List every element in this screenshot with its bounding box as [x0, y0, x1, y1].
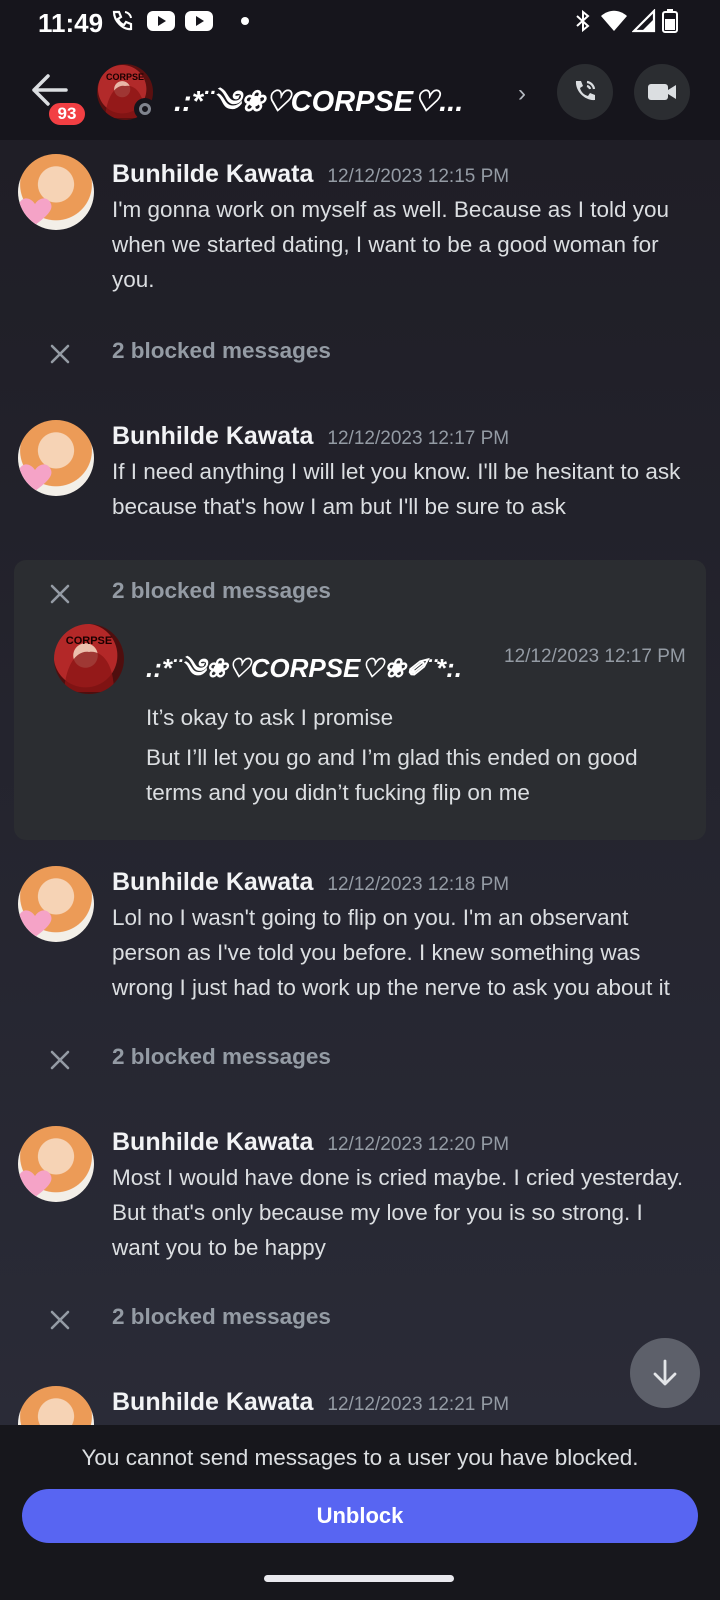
- channel-name[interactable]: .:*¨༄❀♡CORPSE♡...: [174, 69, 494, 151]
- message-content: Lol no I wasn't going to flip on you. I'…: [112, 900, 702, 1005]
- author-name[interactable]: Bunhilde Kawata: [112, 1128, 313, 1156]
- message-line: because that's how I am but I'll be sure…: [112, 494, 566, 519]
- unblock-button[interactable]: Unblock: [22, 1489, 698, 1543]
- author-avatar[interactable]: [18, 1126, 94, 1202]
- message-list[interactable]: Bunhilde Kawata 12/12/2023 12:15 PM I'm g…: [0, 140, 720, 1425]
- close-icon[interactable]: [48, 1308, 72, 1332]
- author-avatar[interactable]: [18, 154, 94, 230]
- blocked-messages-label[interactable]: 2 blocked messages: [112, 578, 331, 604]
- close-icon[interactable]: [48, 582, 72, 606]
- message-timestamp: 12/12/2023 12:21 PM: [327, 1394, 510, 1415]
- author-name[interactable]: Bunhilde Kawata: [112, 160, 313, 188]
- chat-header: 93 CORPSE .:*¨༄❀♡CORPSE♡... ›: [0, 44, 720, 140]
- blocked-messages-label[interactable]: 2 blocked messages: [112, 338, 331, 364]
- chevron-right-icon[interactable]: ›: [518, 80, 526, 108]
- status-time: 11:49: [38, 8, 104, 38]
- heart-decoration-icon: [18, 198, 52, 225]
- message-line: Most I would have done is cried maybe. I…: [112, 1165, 684, 1190]
- message-content: Most I would have done is cried maybe. I…: [112, 1160, 702, 1265]
- message-line: you.: [112, 267, 155, 292]
- heart-decoration-icon: [18, 910, 52, 937]
- author-name[interactable]: Bunhilde Kawata: [112, 422, 313, 450]
- blocked-message-content: It’s okay to ask I promise: [146, 705, 394, 730]
- message-timestamp: 12/12/2023 12:20 PM: [327, 1134, 510, 1155]
- video-camera-icon: [648, 84, 676, 100]
- message-timestamp: 12/12/2023 12:17 PM: [504, 646, 686, 667]
- heart-decoration-icon: [18, 1170, 52, 1197]
- message-line: If I need anything I will let you know. …: [112, 459, 681, 484]
- blocked-messages-row[interactable]: 2 blocked messages: [0, 1040, 720, 1080]
- author-avatar[interactable]: [18, 420, 94, 496]
- message-line: Lol no I wasn't going to flip on you. I'…: [112, 905, 629, 930]
- blocked-user-footer: You cannot send messages to a user you h…: [0, 1425, 720, 1555]
- more-notifications-dot-icon: [241, 17, 249, 25]
- author-avatar[interactable]: [18, 1386, 94, 1425]
- message-line: person as I've told you before. I knew s…: [112, 940, 641, 965]
- avatar-logo-text: CORPSE: [106, 72, 144, 82]
- voice-call-button[interactable]: [557, 64, 613, 120]
- youtube-notification-icon-2: [185, 11, 213, 31]
- message-line: I'm gonna work on myself as well. Becaus…: [112, 197, 670, 222]
- blocked-messages-label[interactable]: 2 blocked messages: [112, 1044, 331, 1070]
- author-avatar[interactable]: [18, 866, 94, 942]
- message-author[interactable]: Bunhilde Kawata 12/12/2023 12:17 PM: [112, 422, 509, 451]
- wifi-icon: [601, 10, 627, 31]
- close-icon[interactable]: [48, 1048, 72, 1072]
- youtube-notification-icon: [147, 11, 175, 31]
- blocked-notice: You cannot send messages to a user you h…: [81, 1445, 639, 1470]
- message-line: when we started dating, I want to be a g…: [112, 232, 659, 257]
- message-line: But that's only because my love for you …: [112, 1200, 643, 1225]
- message-author[interactable]: Bunhilde Kawata 12/12/2023 12:20 PM: [112, 1128, 509, 1157]
- blocked-message-content: But I’ll let you go and I’m glad this en…: [146, 745, 638, 770]
- blocked-messages-row[interactable]: 2 blocked messages: [0, 1300, 720, 1340]
- message-author[interactable]: Bunhilde Kawata 12/12/2023 12:18 PM: [112, 868, 509, 897]
- message-timestamp: 12/12/2023 12:18 PM: [327, 874, 510, 895]
- message-content: I'm gonna work on myself as well. Becaus…: [112, 192, 702, 297]
- message-timestamp: 12/12/2023 12:17 PM: [327, 428, 510, 449]
- phone-call-status-icon: [112, 10, 133, 31]
- system-nav-bar: [0, 1555, 720, 1600]
- message-author[interactable]: Bunhilde Kawata 12/12/2023 12:15 PM: [112, 160, 509, 189]
- author-name[interactable]: Bunhilde Kawata: [112, 1388, 313, 1416]
- message-author[interactable]: Bunhilde Kawata 12/12/2023 12:21 PM: [112, 1388, 509, 1417]
- avatar-logo-text: CORPSE: [66, 635, 112, 647]
- blocked-message-content: terms and you didn’t fucking flip on me: [146, 780, 530, 805]
- close-icon[interactable]: [48, 342, 72, 366]
- jump-to-latest-button[interactable]: [630, 1338, 700, 1408]
- status-bar: 11:49: [0, 0, 720, 44]
- message-content: If I need anything I will let you know. …: [112, 454, 702, 524]
- blocked-messages-row[interactable]: 2 blocked messages: [0, 334, 720, 374]
- heart-decoration-icon: [18, 464, 52, 491]
- video-call-button[interactable]: [634, 64, 690, 120]
- blocked-user-avatar[interactable]: CORPSE: [54, 624, 124, 694]
- battery-icon: [662, 9, 678, 33]
- author-name[interactable]: Bunhilde Kawata: [112, 868, 313, 896]
- phone-icon: [575, 80, 596, 101]
- message-timestamp: 12/12/2023 12:15 PM: [327, 166, 510, 187]
- message-line: want you to be happy: [112, 1235, 326, 1260]
- message-line: wrong I just had to work up the nerve to…: [112, 975, 670, 1000]
- cell-signal-icon: [632, 9, 656, 33]
- home-gesture-handle[interactable]: [264, 1575, 454, 1582]
- offline-status-indicator: [134, 98, 156, 120]
- bluetooth-icon: [576, 9, 590, 33]
- blocked-messages-label[interactable]: 2 blocked messages: [112, 1304, 331, 1330]
- arrow-down-icon: [653, 1359, 677, 1386]
- expanded-blocked-messages[interactable]: 2 blocked messages CORPSE .:*¨༄❀♡CORPSE♡…: [14, 560, 706, 840]
- unread-badge: 93: [46, 100, 88, 128]
